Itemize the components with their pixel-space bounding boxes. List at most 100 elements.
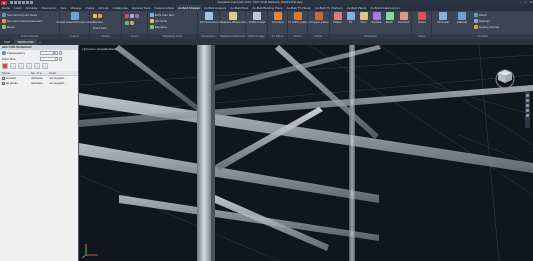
row-color: not support... [49,81,67,85]
save-icon[interactable] [18,1,21,4]
ortho-image-button[interactable]: Ortho image [247,12,267,24]
set-point-cloud-parameters-button[interactable]: Set point cloud parameters [2,19,43,23]
point-size-stepper[interactable] [59,57,62,61]
redo-icon[interactable] [30,1,33,4]
circle-icon [150,19,154,23]
undo-icon[interactable] [26,1,29,4]
viewport-controls-label[interactable]: [-][Custom View][Realistic] [82,47,117,51]
panel-lines: Lines [122,11,148,39]
polygon-plane-button[interactable]: Polygon plane [309,12,329,24]
planar-button[interactable]: Planar [332,12,343,24]
point-size-label: Point Size [2,57,16,61]
gear-icon [474,19,478,23]
column-flange [211,45,215,261]
column-points-header[interactable]: No. of p... [31,71,49,75]
elevation-button[interactable]: Elevation [150,25,167,29]
viewcube[interactable] [494,66,516,88]
panel-fit-plane: Fit plane Fit Plane [268,11,288,39]
section-label-button[interactable]: Section [93,20,103,24]
elevation-icon [150,25,154,29]
panel-dialog: Section Point Sets Dialog [90,11,122,39]
mesh-button[interactable]: Mesh [384,12,395,24]
polyline-icon [125,14,129,18]
point-size-input[interactable]: 1 [40,57,58,61]
panel-polygon-plane: Polygon plane Plane [308,11,330,39]
panel-digitizing: ECS from disc 3D Circle Elevation Digiti… [148,11,198,39]
3d-mode-icon [439,12,447,20]
point-sets-button[interactable]: Point Sets [93,26,107,30]
ortho-image-icon [253,12,261,20]
about-button[interactable]: About [474,13,487,17]
save-as-icon[interactable] [22,1,25,4]
close-ribbon-button[interactable]: Close [413,12,431,24]
ucs-z-axis [82,254,87,258]
table-row[interactable]: all points unknown not support... [0,81,78,86]
panel-close: Close Close [412,11,432,39]
section-color-icon[interactable] [2,63,8,69]
add-section-icon[interactable] [10,63,16,69]
clear-section-icon[interactable] [42,63,48,69]
3d-circle-button[interactable]: 3D Circle [150,19,167,23]
point-cloud-icon [2,13,6,17]
ribbon: Set current point cloud Set point cloud … [0,11,533,39]
3d-dimension-button[interactable]: 3D Dimension [199,12,219,24]
ecs-from-disc-button[interactable]: ECS from disc [150,13,174,17]
drawing-viewport[interactable]: [-][Custom View][Realistic] [79,45,533,261]
zoom-icon[interactable] [526,104,529,107]
point-size-row: Point Size 1 [0,56,78,62]
info-icon [474,13,478,17]
pipe-button[interactable]: Pipe [358,12,369,24]
panel-measure: Measure differences Measure differences [219,11,247,39]
panel-pt-within-plane: Pt within plane Plane [288,11,308,39]
fit-button[interactable]: Fit [345,12,356,24]
diagonal-brace-lower [215,195,329,251]
pt-within-plane-button[interactable]: Pt within plane [288,12,308,24]
showmotion-icon[interactable] [526,114,529,117]
getting-started-button[interactable]: Getting Started [474,25,499,29]
quick-access-toolbar [10,1,33,4]
open-icon[interactable] [14,1,17,4]
manual-button[interactable]: Manual [453,12,471,24]
line-icon [130,14,134,18]
navigation-bar [525,92,530,128]
copy-section-icon[interactable] [18,63,24,69]
settings-button[interactable]: Settings [474,19,490,23]
create-autocad-point-cloud-button[interactable]: Create AutoCAD point cloud [56,12,94,24]
measure-differences-button[interactable]: Measure differences [219,12,247,24]
fit-plane-button[interactable]: Fit plane [269,12,287,24]
autocad-app-icon[interactable]: A [1,0,7,5]
transparency-input[interactable]: 80 [40,51,58,55]
transparency-stepper[interactable] [59,51,62,55]
section-button[interactable] [93,14,102,18]
line-tools-row-2[interactable] [125,21,134,25]
pan-icon[interactable] [526,99,529,102]
arc-icon [125,21,129,25]
reset-button[interactable]: Reset [2,25,15,29]
line-tools-row-1[interactable] [125,14,139,18]
panel-modeling: Planar Fit Pipe Surface Mesh Intersect M… [330,11,412,39]
section-manager-palette: SECTION MANAGER Transparency 80 Point Si… [0,45,79,261]
delete-section-icon[interactable] [26,63,32,69]
import-cloud-icon [71,12,79,20]
manual-icon [458,12,466,20]
invert-section-icon[interactable] [34,63,40,69]
panel-dimension: 3D Dimension Dimension [198,11,220,39]
orbit-icon[interactable] [526,109,529,112]
section-toolbar [0,62,78,70]
measure-icon [229,12,237,20]
new-icon[interactable] [10,1,13,4]
full-navigation-wheel-icon[interactable] [526,94,529,97]
surface-button[interactable]: Surface [371,12,382,24]
row-checkbox[interactable] [2,76,5,80]
column-name-header[interactable]: Name [0,71,31,75]
3d-mode-button[interactable]: 3D mode [434,12,452,24]
row-checkbox[interactable] [2,81,5,85]
planar-icon [333,12,342,20]
column-color-header[interactable]: Color [49,71,77,75]
offset-icon [130,21,134,25]
dimension-icon [205,12,213,20]
pt-plane-icon [294,12,302,20]
transparency-icon [2,51,6,55]
intersect-button[interactable]: Intersect [397,12,410,24]
set-current-point-cloud-button[interactable]: Set current point cloud [2,13,37,17]
